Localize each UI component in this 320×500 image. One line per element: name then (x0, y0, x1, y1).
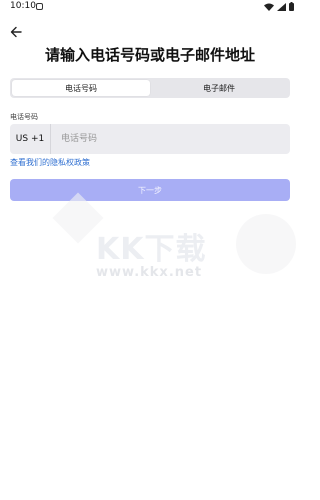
page-title: 请输入电话号码或电子邮件地址 (44, 46, 255, 64)
status-icons (264, 2, 294, 11)
back-arrow-icon (10, 26, 22, 38)
watermark-logo: KK下载 (96, 232, 207, 267)
login-method-tabs: 电话号码 电子邮件 (10, 78, 290, 98)
tab-phone[interactable]: 电话号码 (12, 80, 150, 96)
privacy-policy-link[interactable]: 查看我们的隐私权政策 (10, 157, 90, 168)
phone-input[interactable] (51, 124, 290, 154)
back-button[interactable] (8, 24, 24, 40)
phone-input-row: US +1 (10, 124, 290, 154)
next-button[interactable]: 下一步 (10, 179, 290, 201)
wifi-icon (264, 3, 274, 11)
watermark-url: www.kkx.net (96, 265, 203, 280)
notification-icon (36, 3, 43, 10)
tab-email[interactable]: 电子邮件 (150, 80, 288, 96)
watermark-shape-right (236, 214, 296, 274)
signal-icon (277, 2, 286, 11)
country-code-selector[interactable]: US +1 (10, 124, 51, 154)
status-bar: 10:10 (0, 0, 300, 14)
status-time: 10:10 (10, 1, 36, 11)
phone-field-label: 电话号码 (10, 113, 38, 121)
battery-icon (289, 2, 294, 11)
